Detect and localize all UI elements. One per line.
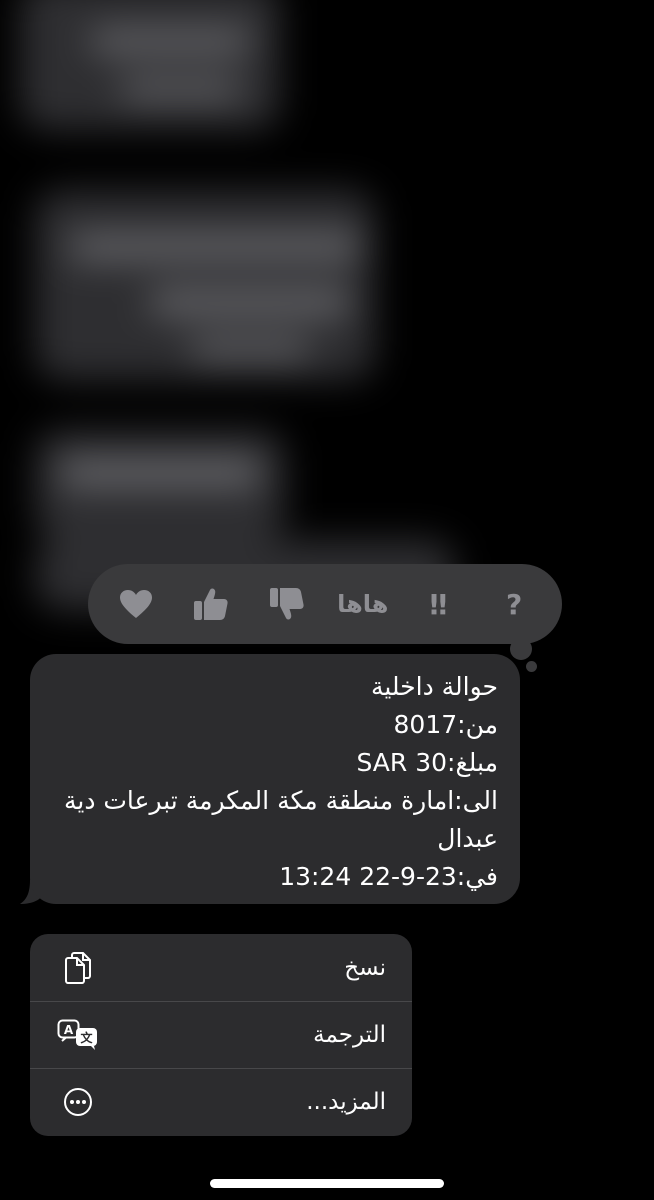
blurred-text (150, 290, 350, 314)
menu-item-translate[interactable]: A 文 الترجمة (30, 1001, 412, 1068)
blurred-text (120, 80, 240, 98)
message-line: مبلغ:30 SAR (356, 748, 498, 777)
tapback-tail-dot (510, 638, 532, 660)
tapback-bar: هاها ‼ ? (88, 564, 562, 644)
message-line: حوالة داخلية (370, 672, 498, 701)
menu-label-copy: نسخ (344, 954, 386, 981)
menu-label-more: المزيد... (306, 1089, 386, 1115)
svg-text:文: 文 (80, 1030, 93, 1045)
messages-screen: هاها ‼ ? حوالة داخلية من:8017 مبلغ:30 SA… (0, 0, 654, 1200)
home-indicator[interactable] (210, 1179, 444, 1188)
blurred-text (190, 340, 310, 358)
svg-text:A: A (64, 1023, 74, 1037)
reaction-thumbs-up[interactable] (181, 574, 241, 634)
double-exclamation-icon: ‼ (429, 587, 448, 621)
context-menu: نسخ A 文 الترجمة المزيد... (30, 934, 412, 1136)
copy-icon (56, 950, 100, 986)
reaction-exclamation[interactable]: ‼ (408, 574, 468, 634)
reaction-thumbs-down[interactable] (257, 574, 317, 634)
question-mark-icon: ? (505, 587, 523, 621)
tapback-tail-dot-small (526, 661, 537, 672)
blurred-text (90, 30, 250, 52)
menu-item-more[interactable]: المزيد... (30, 1068, 412, 1135)
message-line: الى:امارة منطقة مكة المكرمة تبرعات دية ع… (63, 786, 498, 853)
reaction-question[interactable]: ? (484, 574, 544, 634)
menu-item-copy[interactable]: نسخ (30, 934, 412, 1001)
blurred-bubble (20, 0, 280, 130)
thumbs-up-icon (194, 588, 229, 620)
reaction-haha[interactable]: هاها (333, 574, 393, 634)
heart-icon (119, 590, 152, 618)
thumbs-down-icon (270, 588, 304, 620)
message-line: من:8017 (393, 710, 498, 739)
selected-message-bubble[interactable]: حوالة داخلية من:8017 مبلغ:30 SAR الى:اما… (30, 654, 520, 904)
menu-label-translate: الترجمة (313, 1022, 386, 1048)
translate-icon: A 文 (56, 1017, 100, 1053)
blurred-text (70, 235, 360, 259)
more-icon (56, 1084, 100, 1120)
message-line: في:23-9-22 13:24 (279, 862, 498, 891)
haha-label: هاها (337, 590, 389, 618)
reaction-heart[interactable] (106, 574, 166, 634)
blurred-text (60, 460, 260, 486)
